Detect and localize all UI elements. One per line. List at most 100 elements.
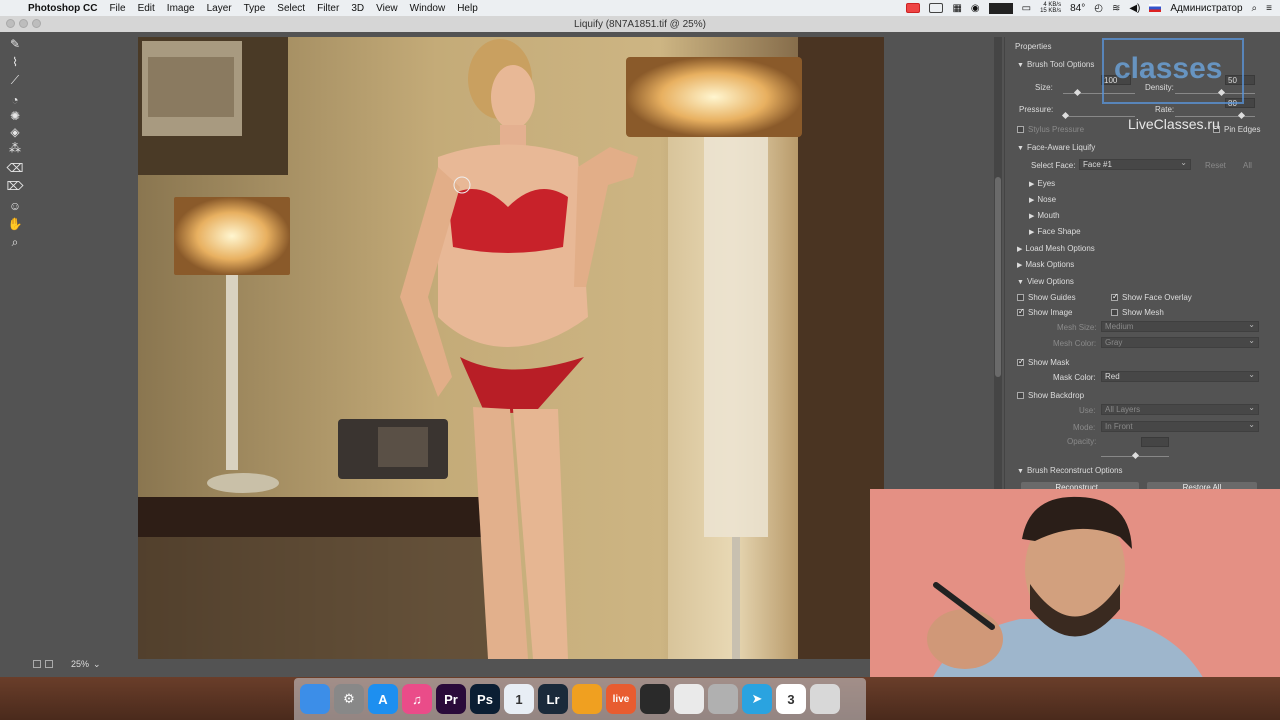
minimize-window-icon[interactable]	[19, 19, 28, 28]
thaw-mask-tool-icon[interactable]: ⌦	[6, 178, 24, 194]
menu-edit[interactable]: Edit	[138, 3, 155, 14]
mode-dropdown[interactable]: In Front	[1101, 420, 1259, 432]
brush-tool-options-header[interactable]: ▼ Brush Tool Options	[1017, 60, 1094, 69]
system-preferences-icon[interactable]: ⚙	[334, 684, 364, 714]
telegram-icon[interactable]: ➤	[742, 684, 772, 714]
onepassword-icon[interactable]: 1	[504, 684, 534, 714]
display-icon[interactable]	[988, 2, 1013, 14]
stylus-pressure-checkbox[interactable]: Stylus Pressure	[1017, 125, 1084, 134]
mask-options-header[interactable]: ▶ Mask Options	[1017, 260, 1074, 269]
preview-icon[interactable]	[708, 684, 738, 714]
zoom-window-icon[interactable]	[32, 19, 41, 28]
pucker-tool-icon[interactable]: ✺	[6, 108, 24, 124]
pin-edges-checkbox[interactable]: Pin Edges	[1213, 125, 1260, 134]
face-aware-liquify-header[interactable]: ▼ Face-Aware Liquify	[1017, 143, 1095, 152]
menu-extra-icon[interactable]	[929, 3, 944, 13]
load-mesh-options-header[interactable]: ▶ Load Mesh Options	[1017, 244, 1095, 253]
pressure-slider[interactable]	[1061, 111, 1135, 120]
brush-reconstruct-options-header[interactable]: ▼ Brush Reconstruct Options	[1017, 466, 1123, 475]
app-name-menu[interactable]: Photoshop CC	[28, 3, 97, 14]
bloat-tool-icon[interactable]: ◈	[6, 124, 24, 140]
twirl-tool-icon[interactable]: ◔	[6, 92, 24, 108]
app-store-icon[interactable]: A	[368, 684, 398, 714]
pressure-label: Pressure:	[1019, 105, 1054, 114]
vpn-icon[interactable]: ▭	[1022, 3, 1031, 14]
liquify-toolbar: ✎ ⌇ ⟋ ◔ ✺ ◈ ⁂ ⌫ ⌦ ☺ ✋ ⌕	[0, 32, 30, 677]
live-icon[interactable]: live	[606, 684, 636, 714]
eye-icon[interactable]: ◉	[971, 3, 980, 14]
camera-icon[interactable]	[640, 684, 670, 714]
menu-help[interactable]: Help	[457, 3, 478, 14]
image-canvas[interactable]	[138, 37, 884, 659]
smooth-tool-icon[interactable]: ⟋	[6, 72, 24, 88]
show-guides-checkbox[interactable]: Show Guides	[1017, 293, 1076, 302]
forward-warp-tool-icon[interactable]: ✎	[6, 36, 24, 52]
mesh-color-label: Mesh Color:	[1053, 339, 1097, 348]
menu-layer[interactable]: Layer	[207, 3, 232, 14]
mesh-color-dropdown[interactable]: Gray	[1101, 336, 1259, 348]
mouth-section[interactable]: ▶ Mouth	[1029, 211, 1060, 220]
face-shape-section[interactable]: ▶ Face Shape	[1029, 227, 1081, 236]
nose-section[interactable]: ▶ Nose	[1029, 195, 1056, 204]
menu-image[interactable]: Image	[167, 3, 195, 14]
reset-button[interactable]: Reset	[1205, 161, 1226, 170]
canvas-vertical-scrollbar[interactable]	[994, 37, 1002, 492]
finder-icon[interactable]	[300, 684, 330, 714]
calendar-icon[interactable]: 3	[776, 684, 806, 714]
show-mask-checkbox[interactable]: Show Mask	[1017, 357, 1069, 367]
opacity-slider[interactable]	[1101, 451, 1169, 460]
hand-tool-icon[interactable]: ✋	[6, 216, 24, 232]
premiere-icon[interactable]: Pr	[436, 684, 466, 714]
mask-color-dropdown[interactable]: Red	[1101, 370, 1259, 382]
use-dropdown[interactable]: All Layers	[1101, 403, 1259, 415]
eyes-section[interactable]: ▶ Eyes	[1029, 179, 1055, 188]
lightroom-icon[interactable]: Lr	[538, 684, 568, 714]
photoshop-icon[interactable]: Ps	[470, 684, 500, 714]
zoom-level[interactable]: 25%	[71, 659, 89, 669]
notifications-icon[interactable]: ≡	[1266, 3, 1272, 14]
misc-icon[interactable]	[810, 684, 840, 714]
use-label: Use:	[1079, 406, 1096, 415]
size-label: Size:	[1035, 83, 1053, 92]
menu-select[interactable]: Select	[277, 3, 305, 14]
user-menu[interactable]: Администратор	[1170, 3, 1242, 14]
show-backdrop-checkbox[interactable]: Show Backdrop	[1017, 391, 1084, 400]
itunes-icon[interactable]: ♫	[402, 684, 432, 714]
search-icon[interactable]: ⌕	[1252, 3, 1258, 14]
wifi-icon[interactable]: ≋	[1112, 3, 1120, 14]
face-tool-icon[interactable]: ☺	[6, 198, 24, 214]
zoom-dropdown-icon[interactable]: ⌄	[93, 659, 101, 670]
menu-filter[interactable]: Filter	[317, 3, 339, 14]
push-left-tool-icon[interactable]: ⁂	[6, 140, 24, 156]
clock-icon[interactable]: ◴	[1094, 3, 1103, 14]
opacity-label: Opacity:	[1067, 437, 1097, 446]
chrome-icon[interactable]	[674, 684, 704, 714]
close-window-icon[interactable]	[6, 19, 15, 28]
opacity-value[interactable]	[1141, 437, 1169, 447]
volume-icon[interactable]: ◀)	[1129, 3, 1140, 14]
show-mesh-checkbox[interactable]: Show Mesh	[1111, 308, 1164, 317]
profile-icon[interactable]	[572, 684, 602, 714]
temperature[interactable]: 84°	[1070, 3, 1085, 14]
show-image-checkbox[interactable]: Show Image	[1017, 307, 1072, 317]
flag-icon[interactable]	[1149, 4, 1162, 12]
live-status-icon[interactable]	[906, 3, 921, 13]
mesh-size-dropdown[interactable]: Medium	[1101, 320, 1259, 332]
zoom-controls: 25% ⌄	[33, 658, 101, 670]
menu-view[interactable]: View	[376, 3, 398, 14]
all-button[interactable]: All	[1243, 161, 1252, 170]
menu-type[interactable]: Type	[244, 3, 266, 14]
select-face-dropdown[interactable]: Face #1	[1079, 158, 1191, 170]
menu-file[interactable]: File	[109, 3, 125, 14]
zoom-out-icon[interactable]	[33, 660, 41, 668]
menu-window[interactable]: Window	[410, 3, 446, 14]
menu-3d[interactable]: 3D	[351, 3, 364, 14]
zoom-in-icon[interactable]	[45, 660, 53, 668]
grid-icon[interactable]: ▦	[952, 3, 961, 14]
zoom-tool-icon[interactable]: ⌕	[6, 234, 24, 250]
show-face-overlay-checkbox[interactable]: Show Face Overlay	[1111, 292, 1192, 302]
freeze-mask-tool-icon[interactable]: ⌫	[6, 160, 24, 176]
view-options-header[interactable]: ▼ View Options	[1017, 277, 1074, 286]
reconstruct-tool-icon[interactable]: ⌇	[6, 54, 24, 70]
scrollbar-thumb[interactable]	[995, 177, 1001, 377]
